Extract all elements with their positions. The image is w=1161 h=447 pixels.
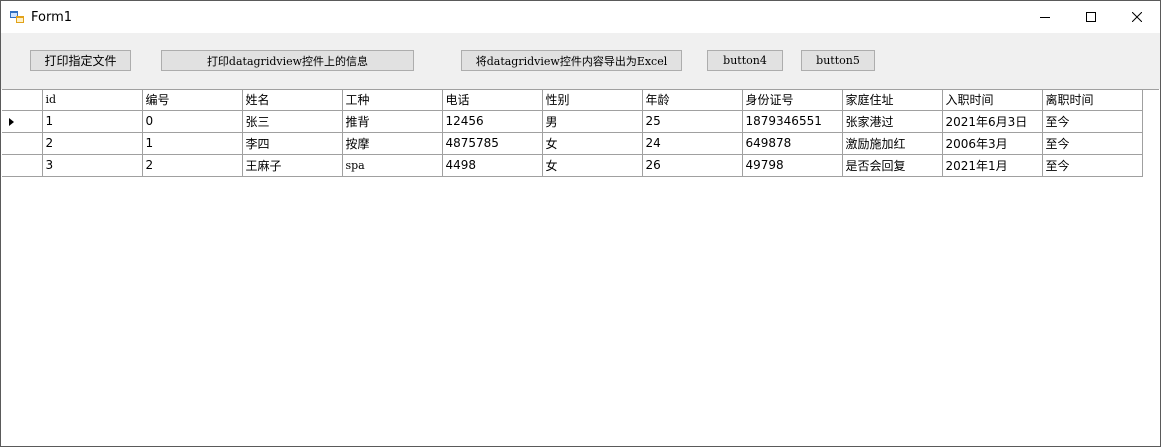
table-cell[interactable]: 12456 xyxy=(441,109,543,133)
title-bar[interactable]: Form1 xyxy=(1,1,1160,33)
table-cell[interactable]: spa xyxy=(341,153,443,177)
table-cell[interactable]: 女 xyxy=(541,131,643,155)
table-cell[interactable]: 是否会回复 xyxy=(841,153,943,177)
print-grid-button[interactable]: 打印datagridview控件上的信息 xyxy=(161,50,414,71)
table-cell[interactable]: 至今 xyxy=(1041,153,1143,177)
button4[interactable]: button4 xyxy=(707,50,783,71)
row-header-cell[interactable] xyxy=(2,131,43,155)
table-cell[interactable]: 激励施加红 xyxy=(841,131,943,155)
column-header-age[interactable]: 年龄 xyxy=(641,90,743,111)
data-table: id 编号 姓名 工种 电话 性别 年龄 身份证号 家庭住址 入职时间 离职时间… xyxy=(2,90,1143,177)
table-cell[interactable]: 张家港过 xyxy=(841,109,943,133)
toolbar: 打印指定文件 打印datagridview控件上的信息 将datagridvie… xyxy=(1,33,1160,89)
main-window: Form1 打印指定文件 打印datagridview控件上的信息 将datag… xyxy=(0,0,1161,447)
table-cell[interactable]: 1 xyxy=(141,131,243,155)
table-cell[interactable]: 649878 xyxy=(741,131,843,155)
table-cell[interactable]: 至今 xyxy=(1041,109,1143,133)
table-cell[interactable]: 0 xyxy=(141,109,243,133)
close-icon xyxy=(1132,12,1142,22)
table-cell[interactable]: 王麻子 xyxy=(241,153,343,177)
column-header-hire-date[interactable]: 入职时间 xyxy=(941,90,1043,111)
table-cell[interactable]: 49798 xyxy=(741,153,843,177)
table-cell[interactable]: 4498 xyxy=(441,153,543,177)
data-grid-view[interactable]: id 编号 姓名 工种 电话 性别 年龄 身份证号 家庭住址 入职时间 离职时间… xyxy=(2,89,1159,446)
table-cell[interactable]: 至今 xyxy=(1041,131,1143,155)
column-header-phone[interactable]: 电话 xyxy=(441,90,543,111)
export-excel-button[interactable]: 将datagridview控件内容导出为Excel xyxy=(461,50,682,71)
row-header-cell[interactable] xyxy=(2,153,43,177)
table-cell[interactable]: 2 xyxy=(141,153,243,177)
maximize-button[interactable] xyxy=(1068,1,1114,33)
table-cell[interactable]: 25 xyxy=(641,109,743,133)
button5[interactable]: button5 xyxy=(801,50,875,71)
table-cell[interactable]: 男 xyxy=(541,109,643,133)
column-header-name[interactable]: 姓名 xyxy=(241,90,343,111)
table-cell[interactable]: 女 xyxy=(541,153,643,177)
column-header-id-card[interactable]: 身份证号 xyxy=(741,90,843,111)
row-header-cell[interactable] xyxy=(2,109,43,133)
column-header-address[interactable]: 家庭住址 xyxy=(841,90,943,111)
table-row[interactable]: 3 2 王麻子 spa 4498 女 26 49798 是否会回复 2021年1… xyxy=(2,153,1143,177)
maximize-icon xyxy=(1086,12,1096,22)
column-header-gender[interactable]: 性别 xyxy=(541,90,643,111)
table-cell[interactable]: 4875785 xyxy=(441,131,543,155)
table-cell[interactable]: 3 xyxy=(41,153,143,177)
table-cell[interactable]: 张三 xyxy=(241,109,343,133)
column-header-leave-date[interactable]: 离职时间 xyxy=(1041,90,1143,111)
table-cell[interactable]: 2006年3月 xyxy=(941,131,1043,155)
table-cell[interactable]: 1879346551 xyxy=(741,109,843,133)
corner-header-cell[interactable] xyxy=(2,90,43,111)
table-cell[interactable]: 1 xyxy=(41,109,143,133)
table-cell[interactable]: 2021年6月3日 xyxy=(941,109,1043,133)
window-title: Form1 xyxy=(31,10,73,25)
header-row: id 编号 姓名 工种 电话 性别 年龄 身份证号 家庭住址 入职时间 离职时间 xyxy=(2,90,1143,111)
table-cell[interactable]: 2 xyxy=(41,131,143,155)
table-cell[interactable]: 2021年1月 xyxy=(941,153,1043,177)
table-cell[interactable]: 推背 xyxy=(341,109,443,133)
close-button[interactable] xyxy=(1114,1,1160,33)
current-row-arrow-icon xyxy=(9,117,14,126)
table-row[interactable]: 2 1 李四 按摩 4875785 女 24 649878 激励施加红 2006… xyxy=(2,131,1143,155)
table-cell[interactable]: 李四 xyxy=(241,131,343,155)
minimize-button[interactable] xyxy=(1022,1,1068,33)
column-header-id[interactable]: id xyxy=(41,90,143,111)
minimize-icon xyxy=(1040,17,1050,18)
table-cell[interactable]: 24 xyxy=(641,131,743,155)
table-cell[interactable]: 26 xyxy=(641,153,743,177)
app-form-icon xyxy=(10,11,24,23)
table-cell[interactable]: 按摩 xyxy=(341,131,443,155)
print-file-button[interactable]: 打印指定文件 xyxy=(30,50,131,71)
table-row[interactable]: 1 0 张三 推背 12456 男 25 1879346551 张家港过 202… xyxy=(2,109,1143,133)
column-header-number[interactable]: 编号 xyxy=(141,90,243,111)
column-header-job[interactable]: 工种 xyxy=(341,90,443,111)
